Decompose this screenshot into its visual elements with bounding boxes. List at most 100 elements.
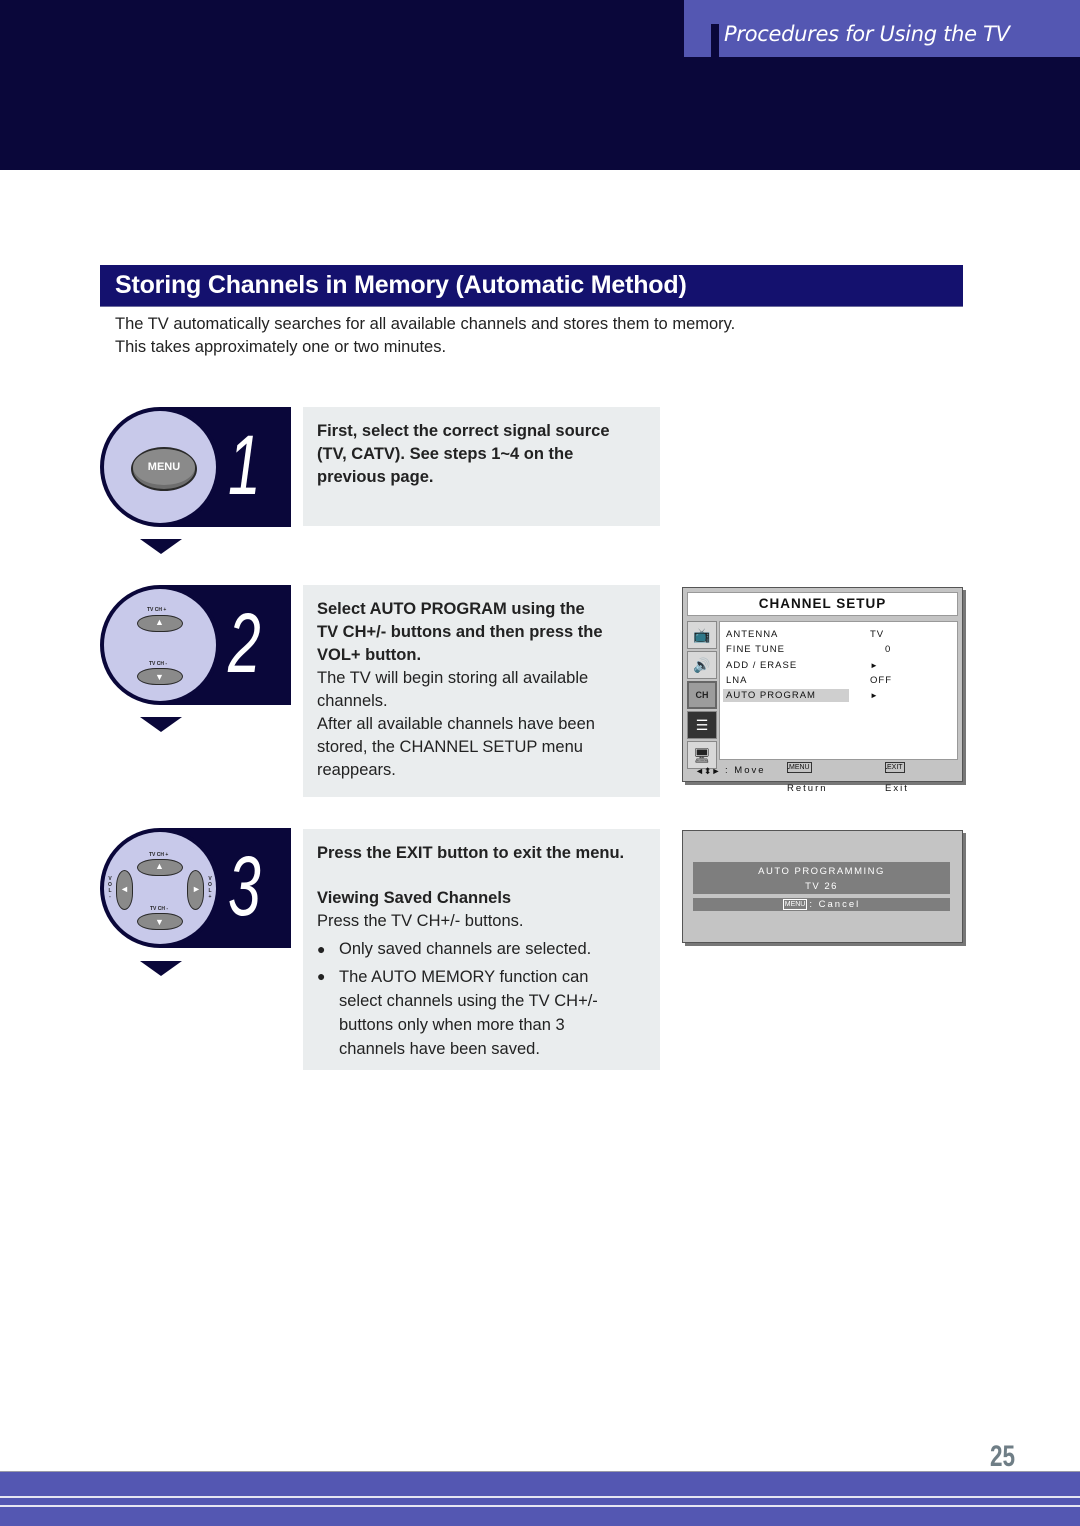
auto-programming-status: AUTO PROGRAMMING TV 26 bbox=[693, 862, 950, 894]
arrow-right-icon: ► bbox=[870, 660, 879, 670]
channel-setup-footer: ◄⬍► : Move MENU: Return EXIT: Exit bbox=[687, 762, 958, 794]
step-number: 1 bbox=[228, 418, 261, 512]
auto-programming-channel: TV 26 bbox=[805, 881, 838, 892]
menu-item-antenna: ANTENNA TV bbox=[720, 627, 957, 642]
tv-ch-up-label: TV CH + bbox=[149, 852, 169, 858]
intro-text: The TV automatically searches for all av… bbox=[115, 313, 735, 359]
step-3-panel: Press the EXIT button to exit the menu. … bbox=[303, 829, 660, 1070]
step-2-description: reappears. bbox=[317, 761, 396, 779]
vol-down-button-icon: ◄ bbox=[116, 870, 133, 910]
channel-setup-menu: ANTENNA TV FINE TUNE 0 ADD / ERASE ► LNA… bbox=[719, 621, 958, 760]
menu-item-add-erase: ADD / ERASE ► bbox=[720, 658, 957, 673]
footer-stripe bbox=[0, 1505, 1080, 1507]
down-arrow-icon bbox=[140, 539, 182, 554]
step-2-badge: TV CH + ▲ TV CH - ▼ 2 bbox=[100, 585, 291, 705]
bullet-icon: ● bbox=[317, 941, 326, 957]
step-2-description: After all available channels have been bbox=[317, 715, 595, 733]
viewing-saved-channels-text: Press the TV CH+/- buttons. bbox=[317, 912, 524, 930]
bullet-icon: ● bbox=[317, 968, 326, 984]
tv-ch-up-label: TV CH + bbox=[147, 607, 167, 613]
vol-minus-label: VOL- bbox=[108, 876, 112, 900]
menu-item-label: AUTO PROGRAM bbox=[726, 690, 816, 702]
step-number: 2 bbox=[228, 596, 261, 690]
menu-item-label: ADD / ERASE bbox=[726, 659, 798, 671]
step-number: 3 bbox=[228, 839, 261, 933]
bullet-text: channels have been saved. bbox=[339, 1040, 540, 1058]
tv-ch-down-button-icon: ▼ bbox=[137, 913, 183, 930]
triangle-down-icon: ▼ bbox=[155, 917, 164, 927]
triangle-up-icon: ▲ bbox=[155, 617, 164, 627]
menu-category-icons: 📺 🔊 CH ☰ 🖥 bbox=[687, 621, 717, 771]
step-1-instruction: previous page. bbox=[317, 468, 434, 486]
menu-button-label: MENU bbox=[133, 449, 195, 485]
menu-item-auto-program: AUTO PROGRAM ► bbox=[720, 688, 957, 703]
tv-ch-up-button-icon: ▲ bbox=[137, 615, 183, 632]
footer-band bbox=[0, 1471, 1080, 1526]
menu-item-value: 0 bbox=[885, 644, 892, 656]
intro-line: The TV automatically searches for all av… bbox=[115, 315, 736, 333]
tv-ch-up-button-icon: ▲ bbox=[137, 859, 183, 876]
triangle-up-icon: ▲ bbox=[155, 861, 164, 871]
intro-line: This takes approximately one or two minu… bbox=[115, 338, 447, 356]
cancel-hint: : Cancel bbox=[809, 899, 861, 910]
arrow-right-icon: ► bbox=[870, 691, 879, 701]
step-2-description: The TV will begin storing all available bbox=[317, 669, 589, 687]
step-2-instruction: TV CH+/- buttons and then press the bbox=[317, 623, 603, 641]
page-number: 25 bbox=[990, 1440, 1016, 1473]
step-2-instruction: Select AUTO PROGRAM using the bbox=[317, 600, 585, 618]
step-3-badge: TV CH + ▲ ◄ VOL- ► V O L + TV CH - ▼ 3 bbox=[100, 828, 291, 948]
tv-picture-icon: 📺 bbox=[687, 621, 717, 649]
step-3-instruction: Press the EXIT button to exit the menu. bbox=[317, 844, 625, 862]
channel-setup-title: CHANNEL SETUP bbox=[687, 592, 958, 616]
section-title-bar: Storing Channels in Memory (Automatic Me… bbox=[100, 265, 963, 307]
auto-programming-screen: AUTO PROGRAMMING TV 26 MENU: Cancel bbox=[682, 830, 963, 943]
menu-item-value: TV bbox=[870, 629, 885, 640]
menu-key-icon: MENU bbox=[782, 899, 808, 910]
step-2-description: stored, the CHANNEL SETUP menu bbox=[317, 738, 583, 756]
tv-ch-down-label: TV CH - bbox=[150, 906, 169, 912]
step-1-panel: First, select the correct signal source … bbox=[303, 407, 660, 526]
sound-speaker-icon: 🔊 bbox=[687, 651, 717, 679]
bullet-item: ● The AUTO MEMORY function can select ch… bbox=[317, 965, 646, 1061]
auto-programming-cancel-hint: MENU: Cancel bbox=[693, 898, 950, 911]
menu-item-label: FINE TUNE bbox=[726, 644, 785, 656]
vol-up-button-icon: ► bbox=[187, 870, 204, 910]
down-arrow-icon bbox=[140, 961, 182, 976]
navigation-arrows-icon: ◄⬍► bbox=[695, 766, 721, 776]
bullet-text: The AUTO MEMORY function can bbox=[339, 968, 589, 986]
triangle-down-icon: ▼ bbox=[155, 672, 164, 682]
function-setup-icon: ☰ bbox=[687, 711, 717, 739]
step-2-panel: Select AUTO PROGRAM using the TV CH+/- b… bbox=[303, 585, 660, 797]
bullet-text: buttons only when more than 3 bbox=[339, 1016, 565, 1034]
bullet-item: ● Only saved channels are selected. bbox=[317, 938, 646, 961]
section-title: Storing Channels in Memory (Automatic Me… bbox=[115, 271, 687, 299]
step-1-instruction: First, select the correct signal source bbox=[317, 422, 610, 440]
triangle-right-icon: ► bbox=[192, 884, 201, 894]
exit-hint: : Exit bbox=[885, 765, 909, 794]
menu-item-value: OFF bbox=[870, 674, 892, 686]
step-2-description: channels. bbox=[317, 692, 388, 710]
tv-ch-down-button-icon: ▼ bbox=[137, 668, 183, 685]
bullet-text: Only saved channels are selected. bbox=[339, 940, 592, 958]
footer-stripe bbox=[0, 1496, 1080, 1498]
header-tab-marker bbox=[711, 24, 719, 57]
bullet-text: select channels using the TV CH+/- bbox=[339, 992, 598, 1010]
vol-plus-label: V O L + bbox=[208, 876, 212, 900]
step-1-badge: MENU 1 bbox=[100, 407, 291, 527]
viewing-saved-channels-heading: Viewing Saved Channels bbox=[317, 889, 512, 907]
header-title: Procedures for Using the TV bbox=[724, 22, 1010, 46]
channel-antenna-icon: CH bbox=[687, 681, 717, 709]
menu-button-icon: MENU bbox=[131, 447, 197, 491]
menu-item-label: LNA bbox=[726, 674, 748, 686]
down-arrow-icon bbox=[140, 717, 182, 732]
return-hint: : Return bbox=[787, 765, 828, 794]
step-1-instruction: (TV, CATV). See steps 1~4 on the bbox=[317, 445, 574, 463]
move-hint: : Move bbox=[725, 765, 766, 776]
channel-setup-screen: CHANNEL SETUP 📺 🔊 CH ☰ 🖥 ANTENNA TV FINE… bbox=[682, 587, 963, 794]
tv-ch-down-label: TV CH - bbox=[149, 661, 168, 667]
step-2-instruction: VOL+ button. bbox=[317, 646, 422, 664]
menu-item-fine-tune: FINE TUNE 0 bbox=[720, 642, 957, 657]
triangle-left-icon: ◄ bbox=[120, 884, 129, 894]
menu-item-lna: LNA OFF bbox=[720, 673, 957, 688]
auto-programming-title: AUTO PROGRAMMING bbox=[758, 866, 885, 877]
